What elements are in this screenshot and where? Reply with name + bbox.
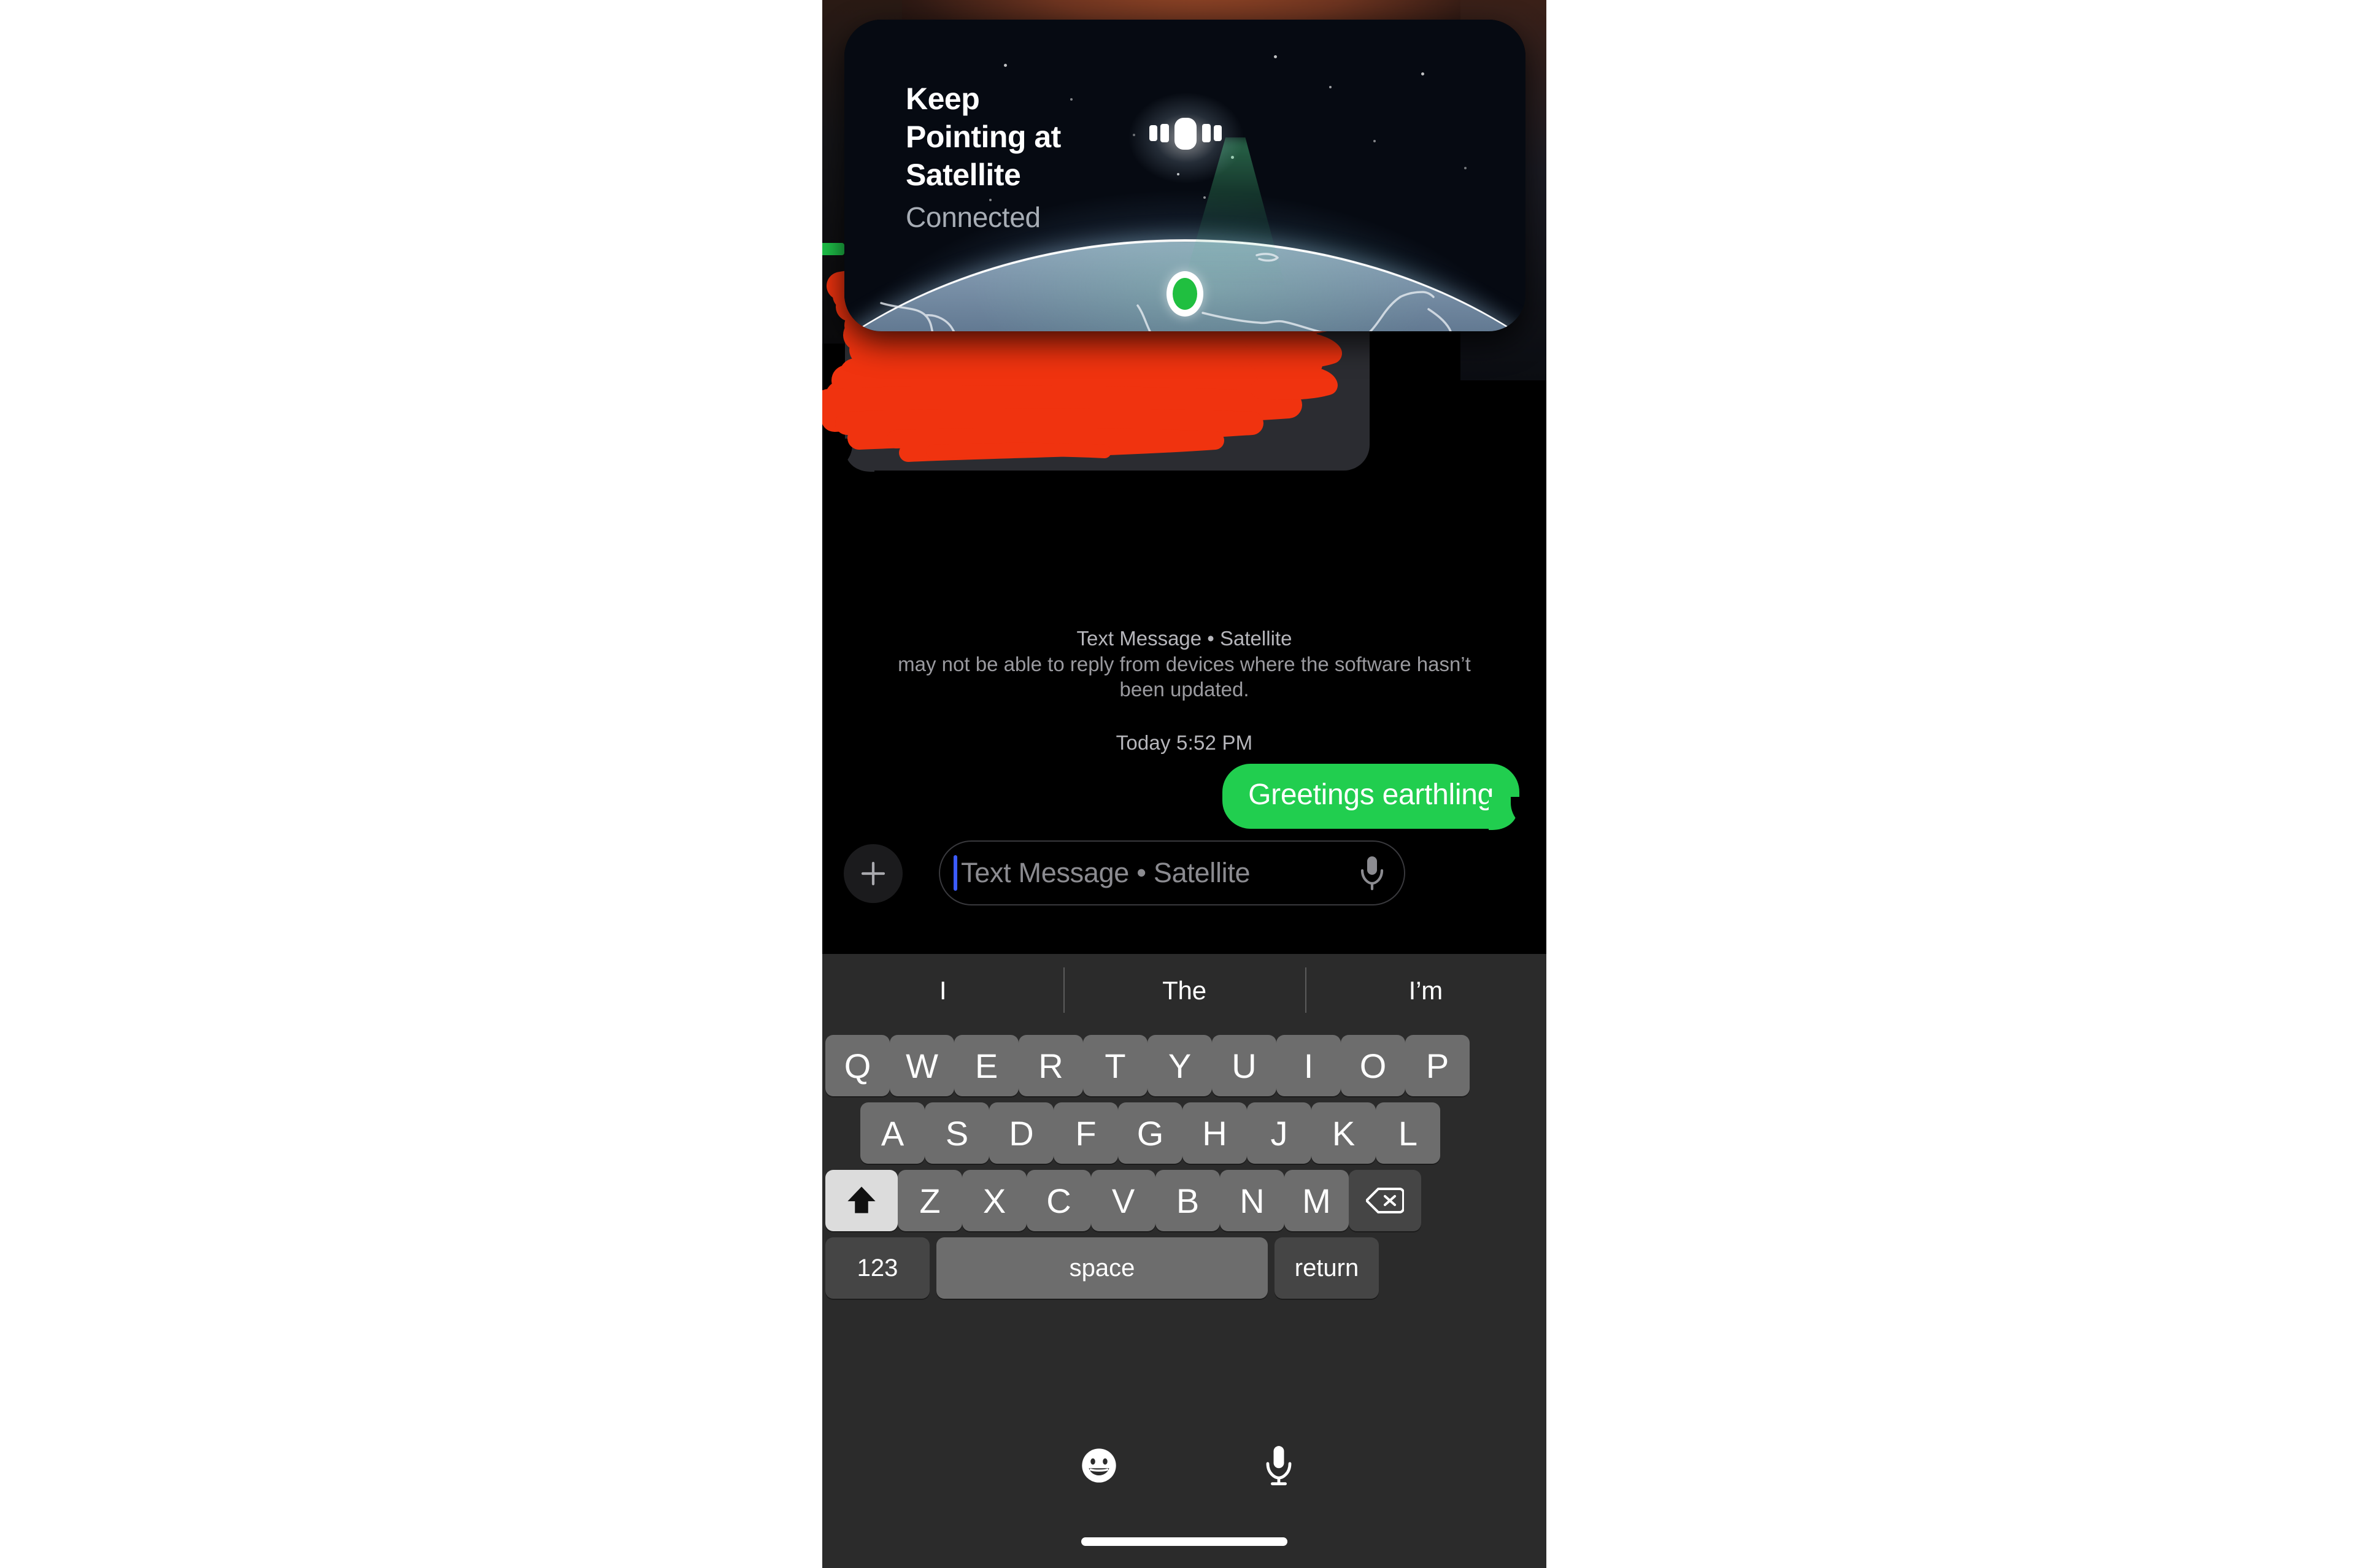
key-z[interactable]: Z <box>898 1170 962 1231</box>
key-e[interactable]: E <box>954 1035 1019 1096</box>
delete-icon <box>1366 1188 1404 1213</box>
delete-key[interactable] <box>1349 1170 1421 1231</box>
space-key[interactable]: space <box>936 1237 1268 1299</box>
add-attachment-button[interactable] <box>844 844 903 903</box>
prediction-candidate[interactable]: The <box>1063 954 1305 1028</box>
keyboard-row-1: Q W E R T Y U I O P <box>825 1035 1470 1096</box>
return-key[interactable]: return <box>1275 1237 1379 1299</box>
key-r[interactable]: R <box>1019 1035 1083 1096</box>
keyboard-row-2: A S D F G H J K L <box>860 1102 1440 1164</box>
message-line: y issues <box>874 414 973 445</box>
key-b[interactable]: B <box>1155 1170 1220 1231</box>
message-timestamp: Today 5:52 PM <box>1116 731 1253 754</box>
shift-key[interactable] <box>825 1170 898 1231</box>
bubble-tail <box>1489 797 1525 830</box>
text-cursor <box>954 855 957 891</box>
microphone-icon[interactable] <box>1359 855 1386 891</box>
microphone-icon <box>1266 1446 1292 1486</box>
screenshot-canvas: a large propane tank. Thi 20# tank bo l … <box>0 0 2368 1568</box>
key-p[interactable]: P <box>1405 1035 1470 1096</box>
location-pin-core <box>1173 278 1197 310</box>
key-j[interactable]: J <box>1247 1102 1311 1164</box>
plus-icon <box>861 861 885 886</box>
key-c[interactable]: C <box>1027 1170 1091 1231</box>
message-input-bar: Text Message • Satellite <box>822 839 1546 919</box>
keyboard-row-3: Z X C V B N M <box>825 1170 1421 1231</box>
satellite-icon <box>1149 118 1222 150</box>
prediction-candidate[interactable]: I <box>822 954 1063 1028</box>
key-y[interactable]: Y <box>1147 1035 1212 1096</box>
key-s[interactable]: S <box>925 1102 989 1164</box>
banner-title: Keep Pointing at Satellite <box>906 82 1061 192</box>
prediction-candidate[interactable]: I’m <box>1305 954 1546 1028</box>
predictive-text-bar: I The I’m <box>822 954 1546 1028</box>
numbers-key[interactable]: 123 <box>825 1237 930 1299</box>
key-i[interactable]: I <box>1276 1035 1341 1096</box>
message-text-input[interactable]: Text Message • Satellite <box>939 840 1405 905</box>
key-k[interactable]: K <box>1311 1102 1376 1164</box>
outgoing-message-text: Greetings earthling <box>1248 778 1494 811</box>
key-w[interactable]: W <box>890 1035 954 1096</box>
keyboard-bottom-bar <box>822 1429 1546 1568</box>
phone-screen: a large propane tank. Thi 20# tank bo l … <box>822 0 1546 1568</box>
key-m[interactable]: M <box>1284 1170 1349 1231</box>
banner-status: Connected <box>906 201 1041 233</box>
message-line: hav y <box>874 375 1159 406</box>
key-q[interactable]: Q <box>825 1035 890 1096</box>
emoji-smiley-icon <box>1082 1448 1116 1483</box>
key-g[interactable]: G <box>1118 1102 1182 1164</box>
input-placeholder: Text Message • Satellite <box>961 857 1251 888</box>
outgoing-message-bubble[interactable]: Greetings earthling <box>1222 764 1525 830</box>
keyboard-row-4: 123 space return <box>825 1237 1379 1299</box>
user-location-pin <box>1167 271 1203 317</box>
home-indicator[interactable] <box>1081 1537 1287 1546</box>
satellite-connection-banner[interactable]: Keep Pointing at Satellite Connected <box>844 20 1525 331</box>
message-line: bo l <box>874 336 1151 367</box>
key-a[interactable]: A <box>860 1102 925 1164</box>
delivery-service-label: Text Message • Satellite <box>1076 627 1292 650</box>
key-l[interactable]: L <box>1376 1102 1440 1164</box>
key-o[interactable]: O <box>1341 1035 1405 1096</box>
key-d[interactable]: D <box>989 1102 1054 1164</box>
key-v[interactable]: V <box>1091 1170 1155 1231</box>
delivery-note: may not be able to reply from devices wh… <box>898 653 1471 701</box>
key-x[interactable]: X <box>962 1170 1027 1231</box>
key-n[interactable]: N <box>1220 1170 1284 1231</box>
key-u[interactable]: U <box>1212 1035 1276 1096</box>
key-h[interactable]: H <box>1182 1102 1247 1164</box>
banner-text-block: Keep Pointing at Satellite Connected <box>906 80 1061 234</box>
emoji-keyboard-button[interactable] <box>1080 1447 1118 1488</box>
key-t[interactable]: T <box>1083 1035 1147 1096</box>
bubble-tail <box>838 439 874 472</box>
key-f[interactable]: F <box>1054 1102 1118 1164</box>
shift-icon <box>847 1186 876 1213</box>
dictation-button[interactable] <box>1263 1444 1295 1490</box>
